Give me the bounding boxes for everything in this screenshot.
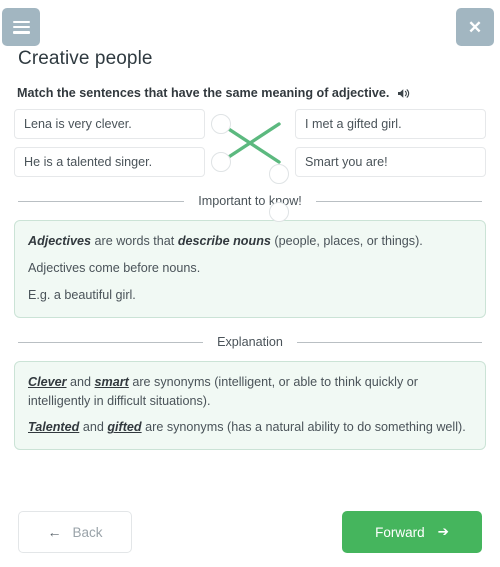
page-title: Creative people [18, 48, 153, 69]
match-left-item-0[interactable]: Lena is very clever. [14, 109, 205, 139]
explanation-text-1b: are synonyms (has a natural ability to d… [141, 420, 466, 435]
lesson-content: Match the sentences that have the same m… [0, 86, 500, 451]
close-icon: ✕ [467, 17, 483, 37]
emphasis-smart: smart [94, 374, 129, 389]
divider-rule-left [18, 201, 185, 202]
important-line-0: Adjectives are words that describe nouns… [28, 232, 472, 251]
arrow-right-icon: ➔ [437, 524, 449, 539]
divider-label-explanation: Explanation [217, 334, 283, 349]
important-line-1: Adjectives come before nouns. [28, 259, 472, 278]
divider-rule-right-2 [296, 341, 483, 343]
footer-navigation: ← Back Forward ➔ [0, 511, 500, 553]
explanation-line-1: Talented and gifted are synonyms (has a … [28, 418, 472, 437]
important-text-0a: are words that [91, 234, 178, 248]
divider-rule-left-2 [18, 341, 204, 343]
arrow-left-icon: ← [47, 524, 62, 540]
divider-explanation: Explanation [18, 334, 483, 351]
emphasis-adjectives: Adjectives [28, 234, 91, 248]
forward-button-label: Forward [375, 524, 425, 540]
instruction-text: Match the sentences that have the same m… [17, 86, 390, 100]
match-dot-left-0[interactable] [211, 114, 231, 134]
explanation-text-1a: and [79, 420, 108, 435]
important-text-1: Adjectives come before nouns. [28, 260, 201, 275]
forward-button[interactable]: Forward ➔ [342, 511, 482, 553]
match-dot-left-1[interactable] [211, 152, 231, 172]
emphasis-describe-nouns: describe nouns [177, 234, 271, 248]
back-button-label: Back [72, 524, 103, 540]
emphasis-gifted: gifted [107, 420, 142, 435]
match-right-item-0[interactable]: I met a gifted girl. [295, 109, 486, 139]
close-button[interactable]: ✕ [456, 8, 494, 46]
emphasis-clever: Clever [28, 374, 67, 389]
matching-exercise[interactable]: Lena is very clever. I met a gifted girl… [14, 109, 486, 177]
back-button[interactable]: ← Back [18, 511, 132, 553]
match-right-item-1[interactable]: Smart you are! [295, 147, 486, 177]
app-header: ✕ [0, 0, 500, 48]
hamburger-menu-icon [12, 20, 30, 34]
important-text-2: E.g. a beautiful girl. [28, 287, 136, 302]
match-dot-right-1[interactable] [269, 202, 289, 222]
match-dot-right-0[interactable] [269, 164, 289, 184]
speaker-icon[interactable] [397, 87, 411, 100]
explanation-panel: Clever and smart are synonyms (intellige… [14, 360, 486, 451]
divider-important-to-know: Important to know! [18, 193, 483, 210]
important-line-2: E.g. a beautiful girl. [28, 286, 472, 305]
match-left-item-1[interactable]: He is a talented singer. [14, 147, 205, 177]
important-text-0b: (people, places, or things). [270, 234, 423, 248]
explanation-line-0: Clever and smart are synonyms (intellige… [28, 373, 472, 411]
emphasis-talented: Talented [28, 420, 80, 435]
lesson-screen: ✕ Creative people Match the sentences th… [0, 0, 500, 567]
task-instruction: Match the sentences that have the same m… [14, 86, 486, 100]
divider-rule-right [315, 201, 483, 202]
explanation-text-0a: and [66, 374, 95, 389]
menu-button[interactable] [2, 8, 40, 46]
match-dot-cell-left-0 [205, 109, 295, 139]
important-to-know-panel: Adjectives are words that describe nouns… [14, 220, 486, 318]
